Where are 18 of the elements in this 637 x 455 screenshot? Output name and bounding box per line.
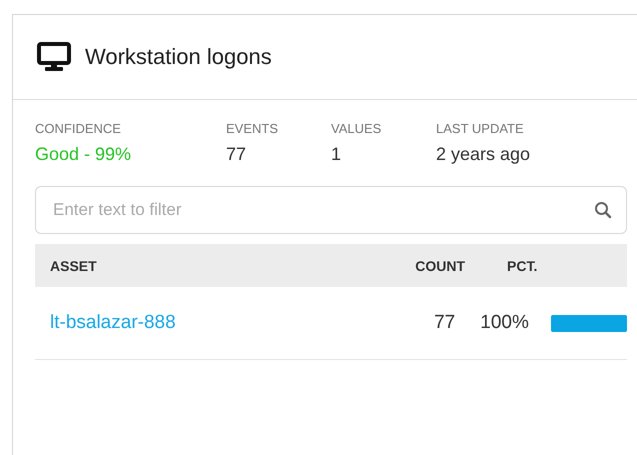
column-header: COUNT xyxy=(414,258,465,274)
stat-label: CONFIDENCE xyxy=(35,121,122,136)
monitor-icon xyxy=(37,42,71,72)
panel-title: Workstation logons xyxy=(85,44,272,70)
count-cell-text: 77 xyxy=(433,312,456,334)
filter-field[interactable]: Enter text to filter xyxy=(35,186,627,234)
stat-label: EVENTS xyxy=(226,121,280,136)
stat-value: Good - 99% xyxy=(35,144,132,165)
asset-link[interactable]: lt-bsalazar-888 xyxy=(35,312,348,334)
stat-value: 77 xyxy=(226,144,248,165)
search-icon xyxy=(594,201,612,219)
stat-value: 2 years ago xyxy=(436,144,530,165)
stat-label: VALUES xyxy=(331,121,382,136)
column-header: PCT. xyxy=(506,258,538,274)
stat-label: LAST UPDATE xyxy=(436,121,525,136)
stat-value: 1 xyxy=(331,144,342,165)
percent-cell-text: 100% xyxy=(479,312,530,334)
column-header: ASSET xyxy=(49,258,98,274)
